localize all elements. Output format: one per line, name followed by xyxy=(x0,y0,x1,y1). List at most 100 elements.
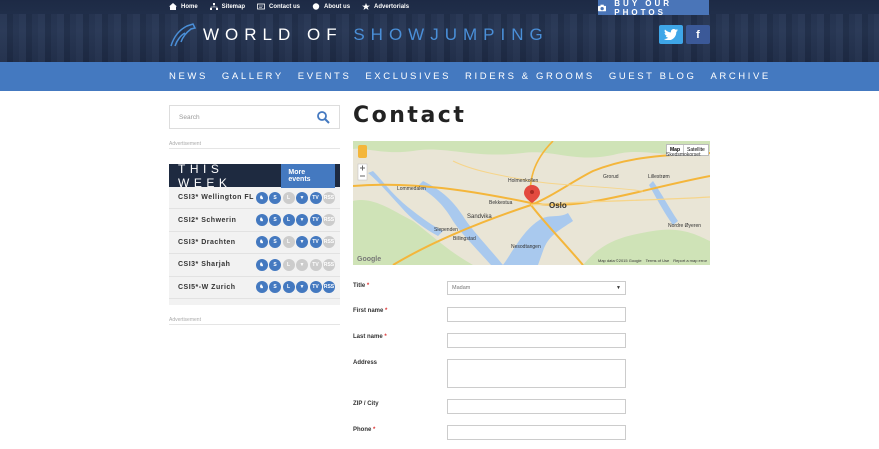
nav-riders-grooms[interactable]: RIDERS & GROOMS xyxy=(465,71,595,82)
event-service-icon[interactable]: ▼ xyxy=(296,281,308,294)
event-icons: ♞ S L ▼ TV RSS xyxy=(255,191,335,204)
map-place: Holmenkollen xyxy=(508,178,539,184)
event-service-icon: L xyxy=(282,191,295,204)
event-service-icon[interactable]: ▼ xyxy=(296,236,308,249)
event-service-icon[interactable]: S xyxy=(269,236,281,249)
event-name[interactable]: CSI3* Wellington FL xyxy=(178,194,254,201)
event-row[interactable]: CSI3* Wellington FL ♞ S L ▼ TV RSS xyxy=(169,187,340,210)
title-label-text: Title xyxy=(353,283,366,289)
event-service-icon[interactable]: ♞ xyxy=(255,236,268,249)
event-service-icon[interactable]: ▼ xyxy=(296,214,308,227)
nav-events[interactable]: EVENTS xyxy=(298,71,352,82)
this-week-widget: THIS WEEK More events CSI3* Wellington F… xyxy=(169,161,340,305)
last-name-label-text: Last name xyxy=(353,334,383,340)
event-row[interactable]: CSI2* Schwerin ♞ S L ▼ TV RSS xyxy=(169,209,340,232)
google-logo: Google xyxy=(357,256,382,263)
event-name[interactable]: CSI3* Drachten xyxy=(178,239,236,246)
map-terms-link[interactable]: Terms of Use xyxy=(646,258,670,263)
this-week-header: THIS WEEK More events xyxy=(169,161,340,190)
event-service-icon[interactable]: S xyxy=(269,191,281,204)
event-service-icon[interactable]: TV xyxy=(309,281,322,294)
map-report-link[interactable]: Report a map error xyxy=(673,258,707,263)
top-link-advertorials[interactable]: Advertorials xyxy=(362,3,409,10)
event-service-icon[interactable]: S xyxy=(269,258,281,271)
top-link-label: About us xyxy=(324,3,351,10)
nav-gallery[interactable]: GALLERY xyxy=(222,71,284,82)
phone-label: Phone * xyxy=(353,427,375,433)
map-place: Bekkestua xyxy=(489,200,513,206)
top-link-about[interactable]: About us xyxy=(312,3,350,10)
map-place: Nesodtangen xyxy=(511,244,541,250)
buy-photos-button[interactable]: BUY OUR PHOTOS xyxy=(598,0,709,17)
map-place: Oslo xyxy=(549,201,567,210)
map-place: Billingstad xyxy=(453,236,476,242)
phone-field[interactable] xyxy=(447,425,626,440)
map-place: Skedsmokorset xyxy=(666,152,701,158)
twitter-button[interactable] xyxy=(659,25,683,44)
camera-icon xyxy=(598,4,607,11)
map-place: Grorud xyxy=(603,174,619,180)
event-name[interactable]: CSI3* Sharjah xyxy=(178,261,230,268)
top-link-contact[interactable]: Contact us xyxy=(257,3,300,10)
event-service-icon[interactable]: TV xyxy=(309,214,322,227)
home-icon xyxy=(169,3,177,10)
address-label: Address xyxy=(353,360,378,366)
contact-icon xyxy=(257,3,265,10)
event-row[interactable]: CSI5*-W Zurich ♞ S L ▼ TV RSS xyxy=(169,277,340,299)
map-place: Nordre Øyeren xyxy=(668,223,702,229)
event-name[interactable]: CSI5*-W Zurich xyxy=(178,284,236,291)
event-service-icon[interactable]: RSS xyxy=(323,281,335,294)
top-link-sitemap[interactable]: Sitemap xyxy=(209,3,246,10)
event-service-icon[interactable]: S xyxy=(269,214,281,227)
title-select[interactable]: Madam ▼ xyxy=(447,281,626,295)
site-header: Home Sitemap Contact us About us Adverto… xyxy=(0,0,879,62)
nav-exclusives[interactable]: EXCLUSIVES xyxy=(365,71,451,82)
event-service-icon[interactable]: TV xyxy=(309,191,322,204)
first-name-field[interactable] xyxy=(447,307,626,322)
event-service-icon: RSS xyxy=(323,191,335,204)
main-nav: NEWS GALLERY EVENTS EXCLUSIVES RIDERS & … xyxy=(0,62,879,91)
event-service-icon[interactable]: ♞ xyxy=(255,214,268,227)
event-service-icon[interactable]: L xyxy=(282,214,295,227)
map-place: Slependen xyxy=(434,227,458,233)
event-service-icon[interactable]: ▼ xyxy=(296,191,308,204)
event-service-icon: TV xyxy=(309,258,322,271)
top-link-home[interactable]: Home xyxy=(169,3,198,10)
event-service-icon[interactable]: L xyxy=(282,281,295,294)
nav-guest-blog[interactable]: GUEST BLOG xyxy=(609,71,697,82)
search-icon[interactable] xyxy=(317,111,330,124)
event-service-icon: ▼ xyxy=(296,258,308,271)
site-logo[interactable]: WORLD OF SHOWJUMPING xyxy=(169,22,549,48)
event-service-icon: RSS xyxy=(323,214,335,227)
nav-news[interactable]: NEWS xyxy=(169,71,208,82)
event-row[interactable]: CSI3* Sharjah ♞ S L ▼ TV RSS xyxy=(169,254,340,277)
search-placeholder: Search xyxy=(179,113,200,121)
event-service-icon: L xyxy=(282,258,295,271)
address-field[interactable] xyxy=(447,359,626,388)
search-input[interactable]: Search xyxy=(169,105,340,129)
map-embed[interactable]: Map Satellite Lommedalen Holmenkollen Gr… xyxy=(353,141,710,265)
last-name-field[interactable] xyxy=(447,333,626,348)
this-week-title: THIS WEEK xyxy=(178,161,232,190)
top-link-label: Sitemap xyxy=(221,3,246,10)
event-service-icon[interactable]: S xyxy=(269,281,281,294)
event-service-icon[interactable]: ♞ xyxy=(255,191,268,204)
buy-photos-label: BUY OUR PHOTOS xyxy=(614,0,673,17)
map-place: Lommedalen xyxy=(397,186,426,192)
nav-archive[interactable]: ARCHIVE xyxy=(710,71,770,82)
event-service-icon[interactable]: ♞ xyxy=(255,258,268,271)
facebook-icon: f xyxy=(696,28,700,41)
event-service-icon[interactable]: TV xyxy=(309,236,322,249)
dropdown-arrow-icon: ▼ xyxy=(616,285,621,291)
about-icon xyxy=(312,3,320,10)
facebook-button[interactable]: f xyxy=(686,25,710,44)
more-events-button[interactable]: More events xyxy=(281,163,335,188)
event-row[interactable]: CSI3* Drachten ♞ S L ▼ TV RSS xyxy=(169,232,340,255)
event-name[interactable]: CSI2* Schwerin xyxy=(178,217,236,224)
phone-label-text: Phone xyxy=(353,427,372,433)
last-name-label: Last name * xyxy=(353,334,387,340)
zip-city-field[interactable] xyxy=(447,399,626,414)
event-service-icon[interactable]: ♞ xyxy=(255,281,268,294)
title-label: Title * xyxy=(353,283,369,289)
top-link-label: Contact us xyxy=(269,3,301,10)
